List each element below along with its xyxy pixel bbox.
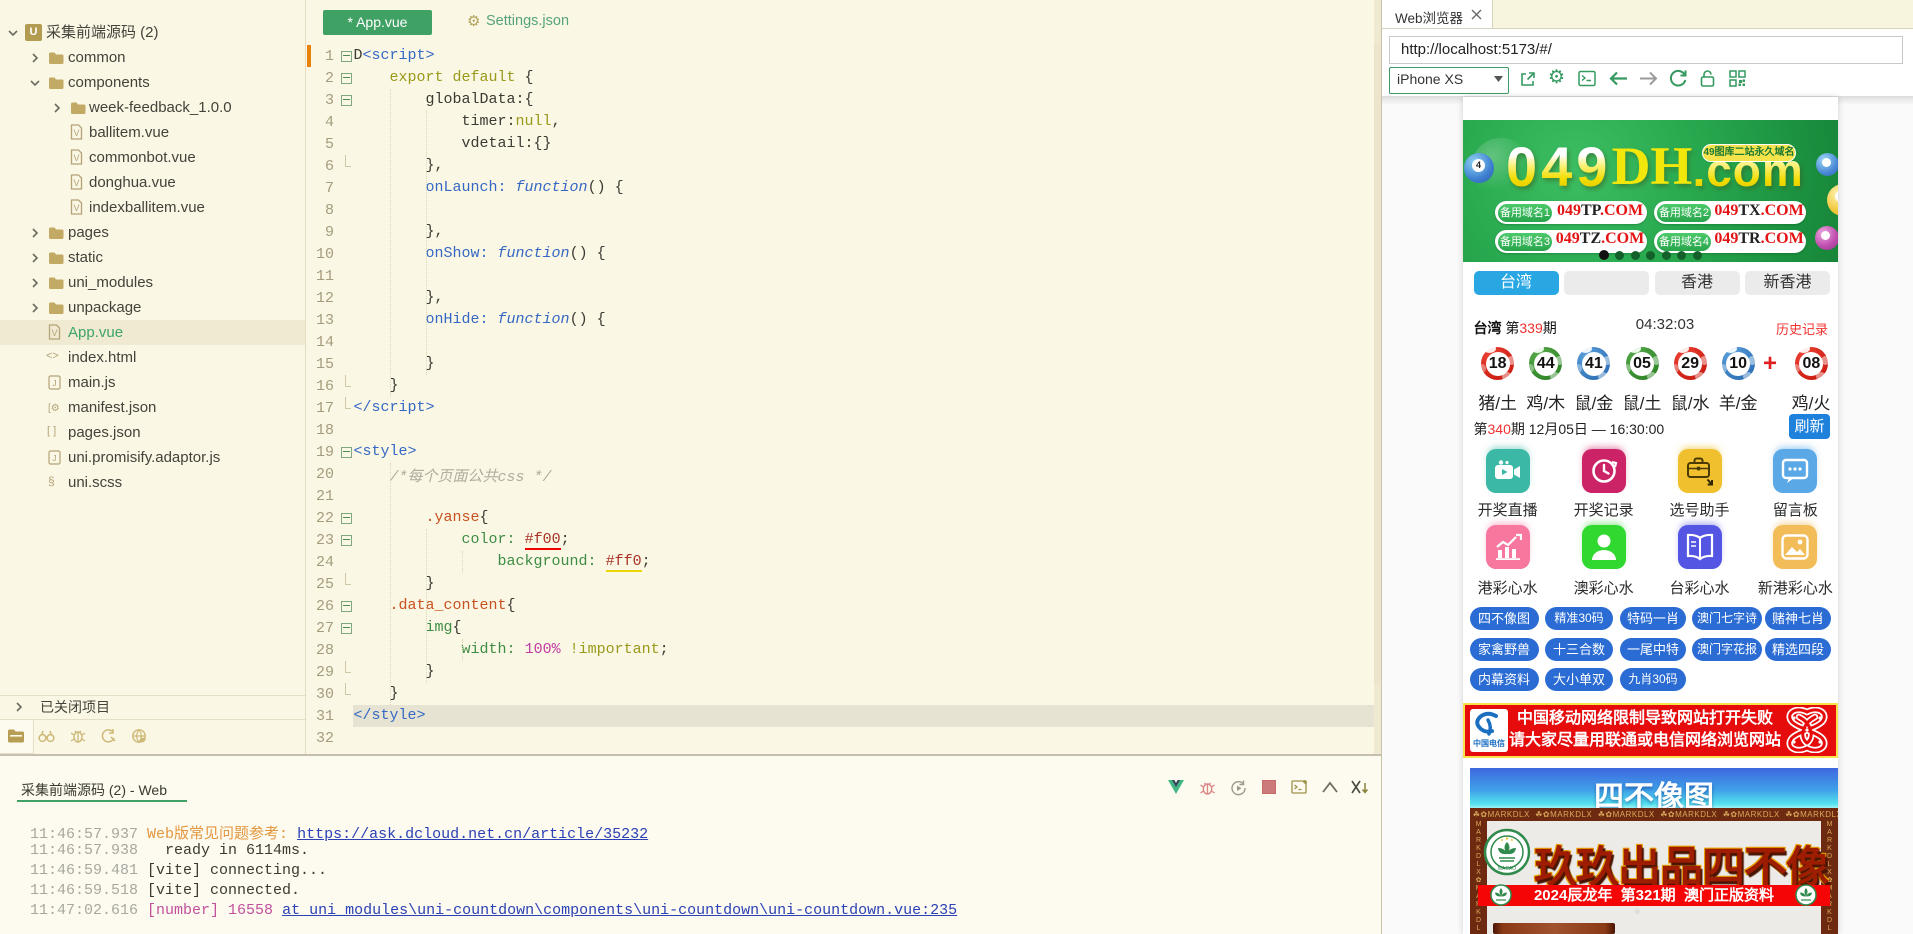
svg-text:MACAO: MACAO [1498,866,1516,872]
